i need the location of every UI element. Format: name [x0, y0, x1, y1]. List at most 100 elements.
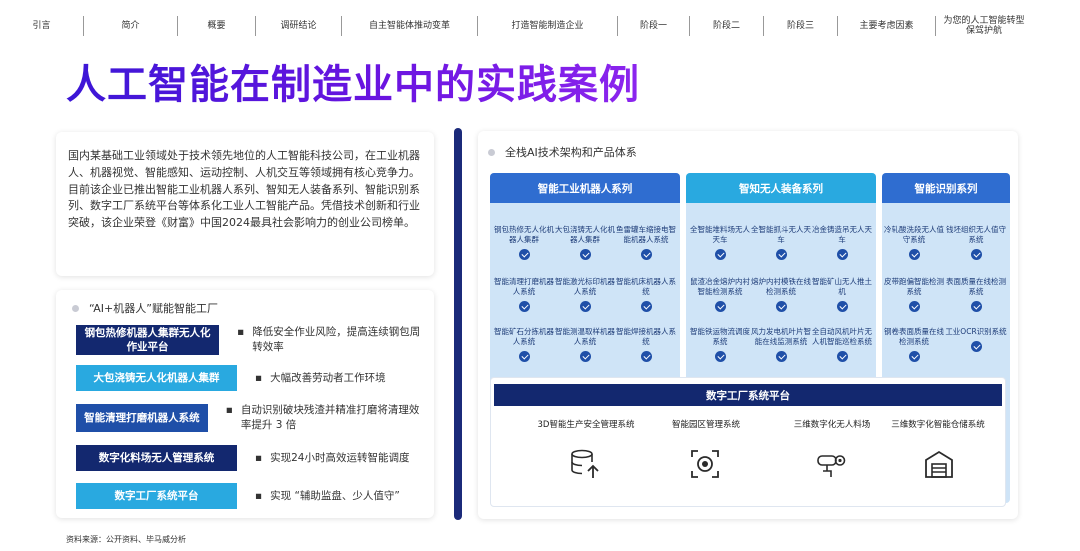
nav-item-smart-enterprise[interactable]: 打造智能制造企业 [478, 16, 618, 36]
arrow-circle-icon [714, 301, 726, 312]
product-item-label: 智能焊接机器人系统 [616, 327, 676, 346]
warehouse-icon [925, 450, 953, 478]
arrow-circle-icon [579, 351, 591, 362]
product-item-label: 鼠渣冶金熔炉内衬智能检测系统 [690, 277, 750, 296]
arrow-circle-icon [775, 249, 787, 260]
arrow-circle-icon [836, 301, 848, 312]
product-item: 智能机床机器人系统 [614, 277, 678, 312]
nav-item-stage-1[interactable]: 阶段一 [618, 16, 690, 36]
nav-item-agents[interactable]: 自主智能体推动变革 [342, 16, 478, 36]
nav-item-considerations[interactable]: 主要考虑因素 [838, 16, 936, 36]
product-item: 熔炉内衬模铁在线检测系统 [749, 277, 813, 312]
product-item-label: 钢卷表面质量在线检测系统 [884, 327, 944, 346]
product-item: 鼠渣冶金熔炉内衬智能检测系统 [688, 277, 752, 312]
nav-item-overview[interactable]: 概要 [178, 16, 256, 36]
product-item: 智能焊接机器人系统 [614, 327, 678, 362]
nav-item-ai-transformation[interactable]: 为您的人工智能转型保驾护航 [936, 16, 1032, 36]
platform-item-label: 三维数字化智能仓储系统 [891, 420, 985, 430]
architecture-heading-text: 全栈AI技术架构和产品体系 [505, 146, 637, 159]
product-item: 皮带跑偏智能检测系统 [882, 277, 946, 312]
arrow-circle-icon [908, 249, 920, 260]
arrow-circle-icon [579, 249, 591, 260]
nav-item-intro[interactable]: 引言 [0, 16, 84, 36]
product-item: 智能清理打磨机器人系统 [492, 277, 556, 312]
product-item-label: 全自动风机叶片无人机智能巡检系统 [812, 327, 872, 346]
architecture-heading: 全栈AI技术架构和产品体系 [488, 144, 637, 160]
product-item: 智能铁运物流调度系统 [688, 327, 752, 362]
arrow-circle-icon [908, 351, 920, 362]
arrow-circle-icon [836, 249, 848, 260]
factory-row-desc-text: 降低安全作业风险，提高连续钢包周转效率 [252, 326, 421, 353]
arrow-circle-icon [640, 249, 652, 260]
factory-row-label: 钢包热修机器人集群无人化作业平台 [76, 325, 220, 355]
product-item: 表面质量在线检测系统 [944, 277, 1008, 312]
product-item: 全自动风机叶片无人机智能巡检系统 [810, 327, 874, 362]
factory-row-desc: ▪ 大幅改善劳动者工作环境 [255, 371, 386, 384]
product-item-label: 冶金铸造吊无人天车 [812, 225, 872, 244]
product-item-label: 钱坯组织无人值守系统 [946, 225, 1006, 244]
product-item-label: 智能测温取样机器人系统 [555, 327, 615, 346]
product-item-label: 全智能抓斗无人天车 [751, 225, 811, 244]
arrow-circle-icon [714, 351, 726, 362]
product-item: 全智能堆料场无人天车 [688, 225, 752, 260]
factory-row-desc-text: 实现 “辅助监盘、少人值守” [270, 489, 400, 502]
product-item-label: 熔炉内衬模铁在线检测系统 [751, 277, 811, 296]
factory-row-label: 大包浇铸无人化机器人集群 [76, 365, 237, 391]
source-note: 资料来源：公开资料、毕马威分析 [66, 535, 186, 544]
architecture-card: 全栈AI技术架构和产品体系 智能工业机器人系列 钢包热修无人化机器人集群 大包浇… [478, 131, 1018, 519]
arrow-circle-icon [579, 301, 591, 312]
factory-row-desc-text: 实现24小时高效运转智能调度 [270, 451, 410, 464]
arrow-circle-icon [640, 301, 652, 312]
digital-factory-platform: 数字工厂系统平台 3D智能生产安全管理系统 智能园区管理系统 三维数字化无人料场… [490, 377, 1006, 507]
product-item: 钱坯组织无人值守系统 [944, 225, 1008, 260]
arrow-circle-icon [714, 249, 726, 260]
platform-title: 数字工厂系统平台 [494, 384, 1002, 406]
product-item: 智能激光标印机器人系统 [553, 277, 617, 312]
panel-title: 智能工业机器人系列 [490, 173, 680, 203]
product-item-label: 智能激光标印机器人系统 [555, 277, 615, 296]
product-item: 工业OCR识别系统 [944, 327, 1008, 352]
arrow-circle-icon [775, 301, 787, 312]
arrow-circle-icon [518, 301, 530, 312]
product-item: 大包浇铸无人化机器人集群 [553, 225, 617, 260]
vertical-divider [454, 128, 462, 520]
arrow-circle-icon [836, 351, 848, 362]
nav-item-findings[interactable]: 调研结论 [256, 16, 342, 36]
arrow-circle-icon [640, 351, 652, 362]
factory-row: 钢包热修机器人集群无人化作业平台 ▪ 降低安全作业风险，提高连续钢包周转效率 [76, 325, 426, 355]
arrow-circle-icon [518, 249, 530, 260]
factory-row: 智能清理打磨机器人系统 ▪ 自动识别破块残渣并精准打磨将清理效率提升 3 倍 [76, 403, 426, 433]
arrow-circle-icon [908, 301, 920, 312]
arrow-circle-icon [970, 249, 982, 260]
product-item-label: 表面质量在线检测系统 [946, 277, 1006, 296]
product-item: 全智能抓斗无人天车 [749, 225, 813, 260]
factory-row-desc: ▪ 自动识别破块残渣并精准打磨将清理效率提升 3 倍 [226, 403, 426, 433]
factory-row-label: 数字化料场无人管理系统 [76, 445, 237, 471]
product-item-label: 智能机床机器人系统 [616, 277, 676, 296]
bullet-dot-icon [72, 304, 79, 312]
factory-row-label: 数字工厂系统平台 [76, 483, 237, 509]
factory-row: 数字工厂系统平台 ▪ 实现 “辅助监盘、少人值守” [76, 483, 426, 509]
nav-item-stage-2[interactable]: 阶段二 [690, 16, 764, 36]
factory-card: “AI+机器人”赋能智能工厂 钢包热修机器人集群无人化作业平台 ▪ 降低安全作业风… [56, 290, 434, 518]
factory-row: 数字化料场无人管理系统 ▪ 实现24小时高效运转智能调度 [76, 445, 426, 471]
platform-item-label: 3D智能生产安全管理系统 [537, 420, 635, 430]
product-item-label: 大包浇铸无人化机器人集群 [555, 225, 615, 244]
product-item-label: 智能清理打磨机器人系统 [494, 277, 554, 296]
intro-card: 国内某基础工业领域处于技术领先地位的人工智能科技公司，在工业机器人、机器视觉、智… [56, 132, 434, 276]
robot-camera-icon [817, 455, 846, 477]
factory-heading-text: “AI+机器人”赋能智能工厂 [89, 302, 218, 315]
product-item-label: 全智能堆料场无人天车 [690, 225, 750, 244]
panel-title: 智知无人装备系列 [686, 173, 876, 203]
platform-item-label: 三维数字化无人料场 [793, 420, 871, 430]
product-item-label: 钢包热修无人化机器人集群 [494, 225, 554, 244]
product-item: 智能矿石分拣机器人系统 [492, 327, 556, 362]
factory-row-desc-text: 自动识别破块残渣并精准打磨将清理效率提升 3 倍 [240, 404, 420, 431]
factory-row-label: 智能清理打磨机器人系统 [76, 404, 208, 432]
nav-item-stage-3[interactable]: 阶段三 [764, 16, 838, 36]
nav-item-summary[interactable]: 简介 [84, 16, 178, 36]
platform-item-label: 智能园区管理系统 [671, 420, 740, 430]
product-item: 钢卷表面质量在线检测系统 [882, 327, 946, 362]
product-item-label: 智能铁运物流调度系统 [690, 327, 750, 346]
arrow-circle-icon [970, 341, 982, 352]
